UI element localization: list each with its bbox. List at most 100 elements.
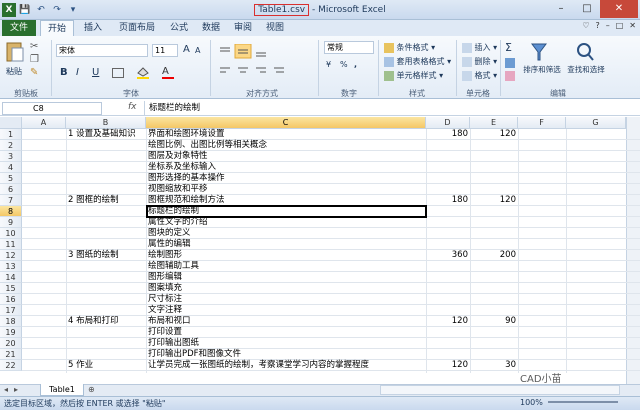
cell-b10[interactable]	[68, 228, 146, 239]
name-box[interactable]: C8	[2, 102, 102, 115]
sort-filter-icon[interactable]	[530, 42, 548, 62]
row-header[interactable]: 9	[0, 217, 22, 228]
borders-icon[interactable]	[112, 68, 124, 78]
cell-d19[interactable]	[426, 327, 468, 338]
cell-d17[interactable]	[426, 305, 468, 316]
tab-review[interactable]: 审阅	[228, 20, 258, 36]
sheet-nav-prev[interactable]: ◂	[4, 385, 8, 394]
cell-d2[interactable]	[426, 140, 468, 151]
cell-e5[interactable]	[470, 173, 516, 184]
format-as-table-button[interactable]: 套用表格格式 ▾	[384, 56, 451, 67]
cell-e6[interactable]	[470, 184, 516, 195]
cell-e20[interactable]	[470, 338, 516, 349]
maximize-button[interactable]: □	[574, 0, 600, 18]
fill-color-icon[interactable]	[136, 67, 150, 79]
column-header[interactable]: G	[566, 117, 626, 129]
cell-b3[interactable]	[68, 151, 146, 162]
cell-c16[interactable]: 尺寸标注	[148, 294, 426, 305]
zoom-level[interactable]: 100%	[520, 398, 543, 407]
row-header[interactable]: 19	[0, 327, 22, 338]
cell-c12[interactable]: 绘制图形	[148, 250, 426, 261]
sheet-nav-next[interactable]: ▸	[14, 385, 18, 394]
cell-d14[interactable]	[426, 272, 468, 283]
workbook-minimize-icon[interactable]: –	[606, 21, 610, 30]
cell-d8[interactable]	[426, 206, 468, 217]
cell-e19[interactable]	[470, 327, 516, 338]
row-header[interactable]: 17	[0, 305, 22, 316]
cell-c22[interactable]: 让学员完成一张图纸的绘制，考察课堂学习内容的掌握程度	[148, 360, 426, 371]
formula-input[interactable]: 标题栏的绘制	[144, 101, 640, 115]
cell-e14[interactable]	[470, 272, 516, 283]
tab-formulas[interactable]: 公式	[164, 20, 194, 36]
cell-e4[interactable]	[470, 162, 516, 173]
format-painter-icon[interactable]: ✎	[30, 67, 38, 78]
cell-e13[interactable]	[470, 261, 516, 272]
clear-icon[interactable]	[505, 71, 515, 81]
cell-e9[interactable]	[470, 217, 516, 228]
cell-c9[interactable]: 属性文字的介绍	[148, 217, 426, 228]
delete-cells-button[interactable]: 删除 ▾	[462, 56, 497, 67]
tab-home[interactable]: 开始	[40, 20, 74, 36]
italic-button[interactable]: I	[76, 67, 79, 78]
cell-d15[interactable]	[426, 283, 468, 294]
cell-d5[interactable]	[426, 173, 468, 184]
cell-b22[interactable]: 5 作业	[68, 360, 146, 371]
cell-b4[interactable]	[68, 162, 146, 173]
conditional-formatting-button[interactable]: 条件格式 ▾	[384, 42, 435, 53]
comma-button[interactable]: ,	[354, 60, 357, 69]
cell-b15[interactable]	[68, 283, 146, 294]
number-format-select[interactable]: 常规	[324, 41, 374, 54]
row-header[interactable]: 1	[0, 129, 22, 140]
cell-d10[interactable]	[426, 228, 468, 239]
cell-b13[interactable]	[68, 261, 146, 272]
cell-c20[interactable]: 打印输出图纸	[148, 338, 426, 349]
cell-c11[interactable]: 属性的编辑	[148, 239, 426, 250]
cell-c1[interactable]: 界面和绘图环境设置	[148, 129, 426, 140]
font-color-icon[interactable]: A	[162, 66, 176, 79]
font-name-select[interactable]: 宋体	[56, 44, 148, 57]
cell-e12[interactable]: 200	[470, 250, 516, 261]
cell-d11[interactable]	[426, 239, 468, 250]
cell-d1[interactable]: 180	[426, 129, 468, 140]
cell-d16[interactable]	[426, 294, 468, 305]
cell-c19[interactable]: 打印设置	[148, 327, 426, 338]
cell-b7[interactable]: 2 图框的绘制	[68, 195, 146, 206]
cell-c17[interactable]: 文字注释	[148, 305, 426, 316]
cell-d18[interactable]: 120	[426, 316, 468, 327]
cell-b9[interactable]	[68, 217, 146, 228]
underline-button[interactable]: U	[92, 67, 99, 78]
cell-e21[interactable]	[470, 349, 516, 360]
column-header[interactable]: D	[426, 117, 470, 129]
shrink-font-button[interactable]: A	[195, 46, 200, 55]
cell-b11[interactable]	[68, 239, 146, 250]
cell-e11[interactable]	[470, 239, 516, 250]
autosum-button[interactable]: Σ	[505, 41, 512, 54]
cell-e17[interactable]	[470, 305, 516, 316]
cell-d9[interactable]	[426, 217, 468, 228]
cut-icon[interactable]: ✂	[30, 41, 38, 52]
cell-b16[interactable]	[68, 294, 146, 305]
cell-c18[interactable]: 布局和视口	[148, 316, 426, 327]
cell-b12[interactable]: 3 图纸的绘制	[68, 250, 146, 261]
paste-button[interactable]	[4, 40, 26, 66]
new-sheet-icon[interactable]: ⊕	[88, 385, 95, 394]
cell-e15[interactable]	[470, 283, 516, 294]
cell-d22[interactable]: 120	[426, 360, 468, 371]
sheet-tab-table1[interactable]: Table1	[40, 384, 84, 396]
cell-e16[interactable]	[470, 294, 516, 305]
tab-file[interactable]: 文件	[2, 20, 36, 36]
row-header[interactable]: 15	[0, 283, 22, 294]
currency-button[interactable]: ¥	[326, 60, 331, 69]
cell-b5[interactable]	[68, 173, 146, 184]
tab-data[interactable]: 数据	[196, 20, 226, 36]
cell-d7[interactable]: 180	[426, 195, 468, 206]
row-header[interactable]: 20	[0, 338, 22, 349]
row-header[interactable]: 13	[0, 261, 22, 272]
cell-e3[interactable]	[470, 151, 516, 162]
row-header[interactable]: 3	[0, 151, 22, 162]
insert-cells-button[interactable]: 插入 ▾	[462, 42, 497, 53]
fx-icon[interactable]: fx	[128, 102, 137, 112]
column-header[interactable]: F	[518, 117, 566, 129]
cell-c10[interactable]: 图块的定义	[148, 228, 426, 239]
find-select-button[interactable]: 查找和选择	[564, 64, 608, 75]
